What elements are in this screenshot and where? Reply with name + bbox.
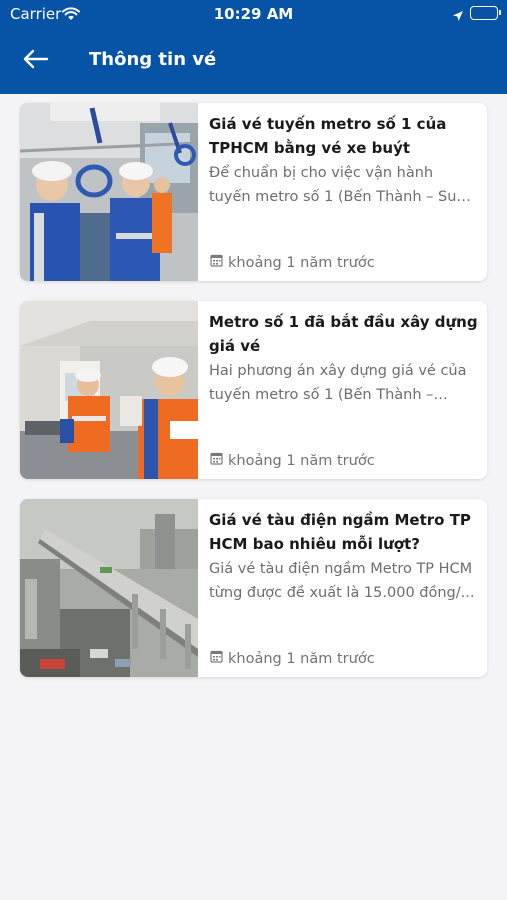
article-thumbnail (20, 103, 198, 281)
article-title: Giá vé tuyến metro số 1 của TPHCM bằng v… (209, 115, 447, 157)
back-button[interactable] (22, 47, 50, 73)
calendar-icon (210, 452, 223, 469)
article-summary: Hai phương án xây dựng giá vé của tuyến … (209, 363, 467, 403)
article-date: khoảng 1 năm trước (210, 452, 375, 469)
battery-icon (470, 6, 498, 20)
article-summary: Để chuẩn bị cho việc vận hành tuyến metr… (209, 165, 470, 205)
article-card[interactable]: Giá vé tuyến metro số 1 của TPHCM bằng v… (20, 103, 487, 281)
article-thumbnail (20, 301, 198, 479)
article-date: khoảng 1 năm trước (210, 254, 375, 271)
article-list: Giá vé tuyến metro số 1 của TPHCM bằng v… (20, 103, 487, 697)
article-date-text: khoảng 1 năm trước (228, 254, 375, 271)
article-title: Giá vé tàu điện ngầm Metro TP HCM bao nh… (209, 511, 471, 553)
app-header: Carrier 10:29 AM Thông tin vé (0, 0, 507, 94)
calendar-icon (210, 650, 223, 667)
location-arrow-icon (452, 7, 464, 26)
status-time: 10:29 AM (213, 5, 294, 23)
calendar-icon (210, 254, 223, 271)
article-date: khoảng 1 năm trước (210, 650, 375, 667)
article-card[interactable]: Giá vé tàu điện ngầm Metro TP HCM bao nh… (20, 499, 487, 677)
article-thumbnail (20, 499, 198, 677)
article-title: Metro số 1 đã bắt đầu xây dựng giá vé (209, 313, 478, 355)
battery-tip (499, 10, 501, 15)
article-card[interactable]: Metro số 1 đã bắt đầu xây dựng giá vé Ha… (20, 301, 487, 479)
page-title: Thông tin vé (89, 49, 217, 70)
article-date-text: khoảng 1 năm trước (228, 650, 375, 667)
status-bar: Carrier 10:29 AM (0, 0, 507, 30)
article-summary: Giá vé tàu điện ngầm Metro TP HCM từng đ… (209, 561, 475, 601)
article-date-text: khoảng 1 năm trước (228, 452, 375, 469)
back-arrow-icon (23, 49, 49, 69)
